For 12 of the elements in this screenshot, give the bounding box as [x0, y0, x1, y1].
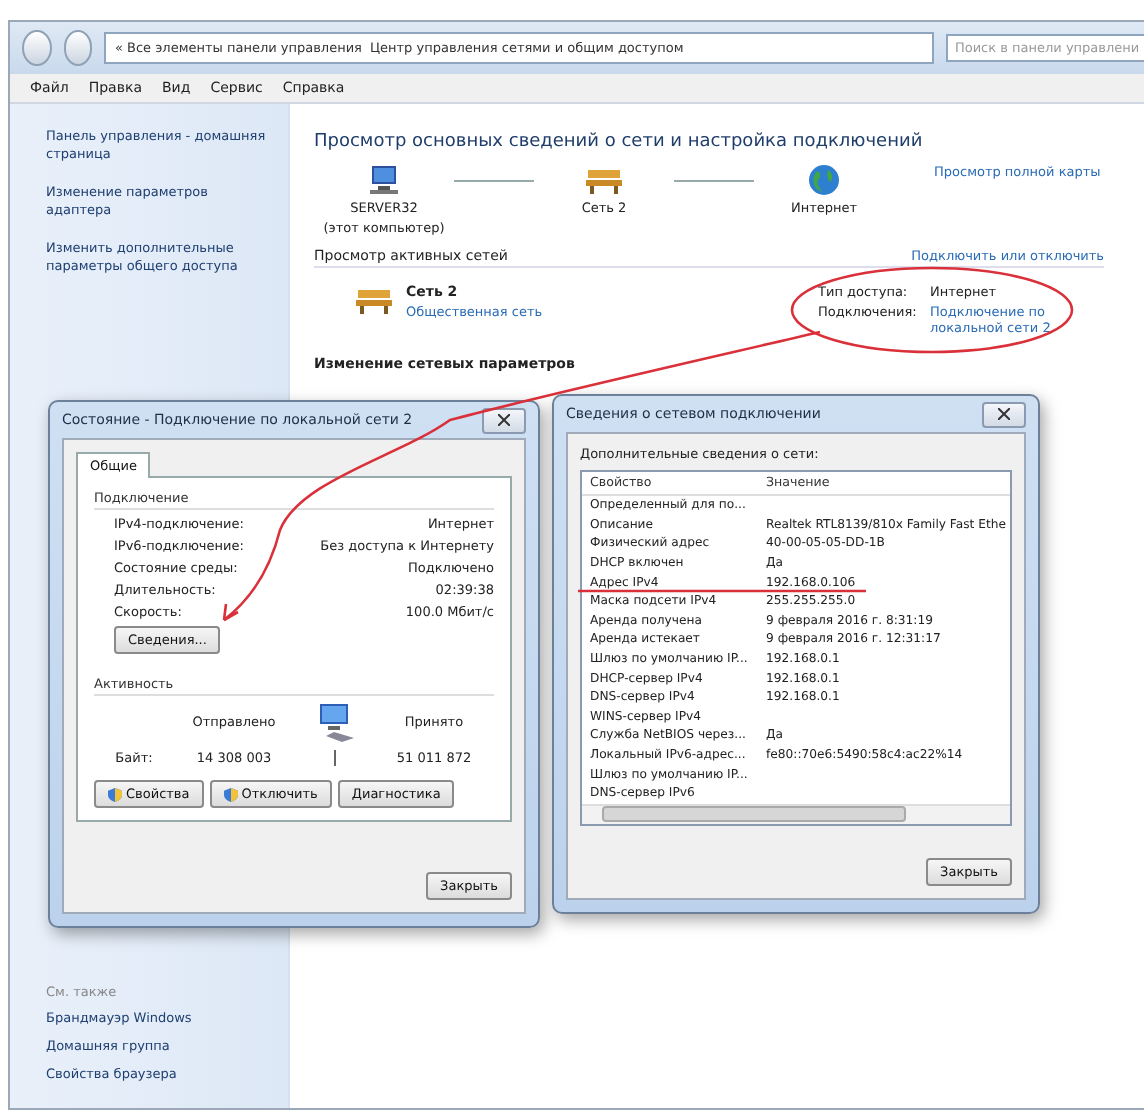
page-heading: Просмотр основных сведений о сети и настройка подключений: [314, 132, 925, 152]
computer-icon: [366, 164, 402, 196]
close-button[interactable]: [482, 407, 526, 433]
bench-icon: [584, 164, 624, 196]
bench-icon: [354, 284, 394, 316]
back-button[interactable]: [22, 30, 52, 66]
close-icon: [498, 414, 510, 426]
close-button[interactable]: [982, 401, 1026, 427]
close-icon: [998, 408, 1010, 420]
forward-button[interactable]: [63, 30, 93, 66]
globe-icon: [808, 164, 840, 196]
horizontal-scrollbar[interactable]: [582, 803, 1010, 823]
